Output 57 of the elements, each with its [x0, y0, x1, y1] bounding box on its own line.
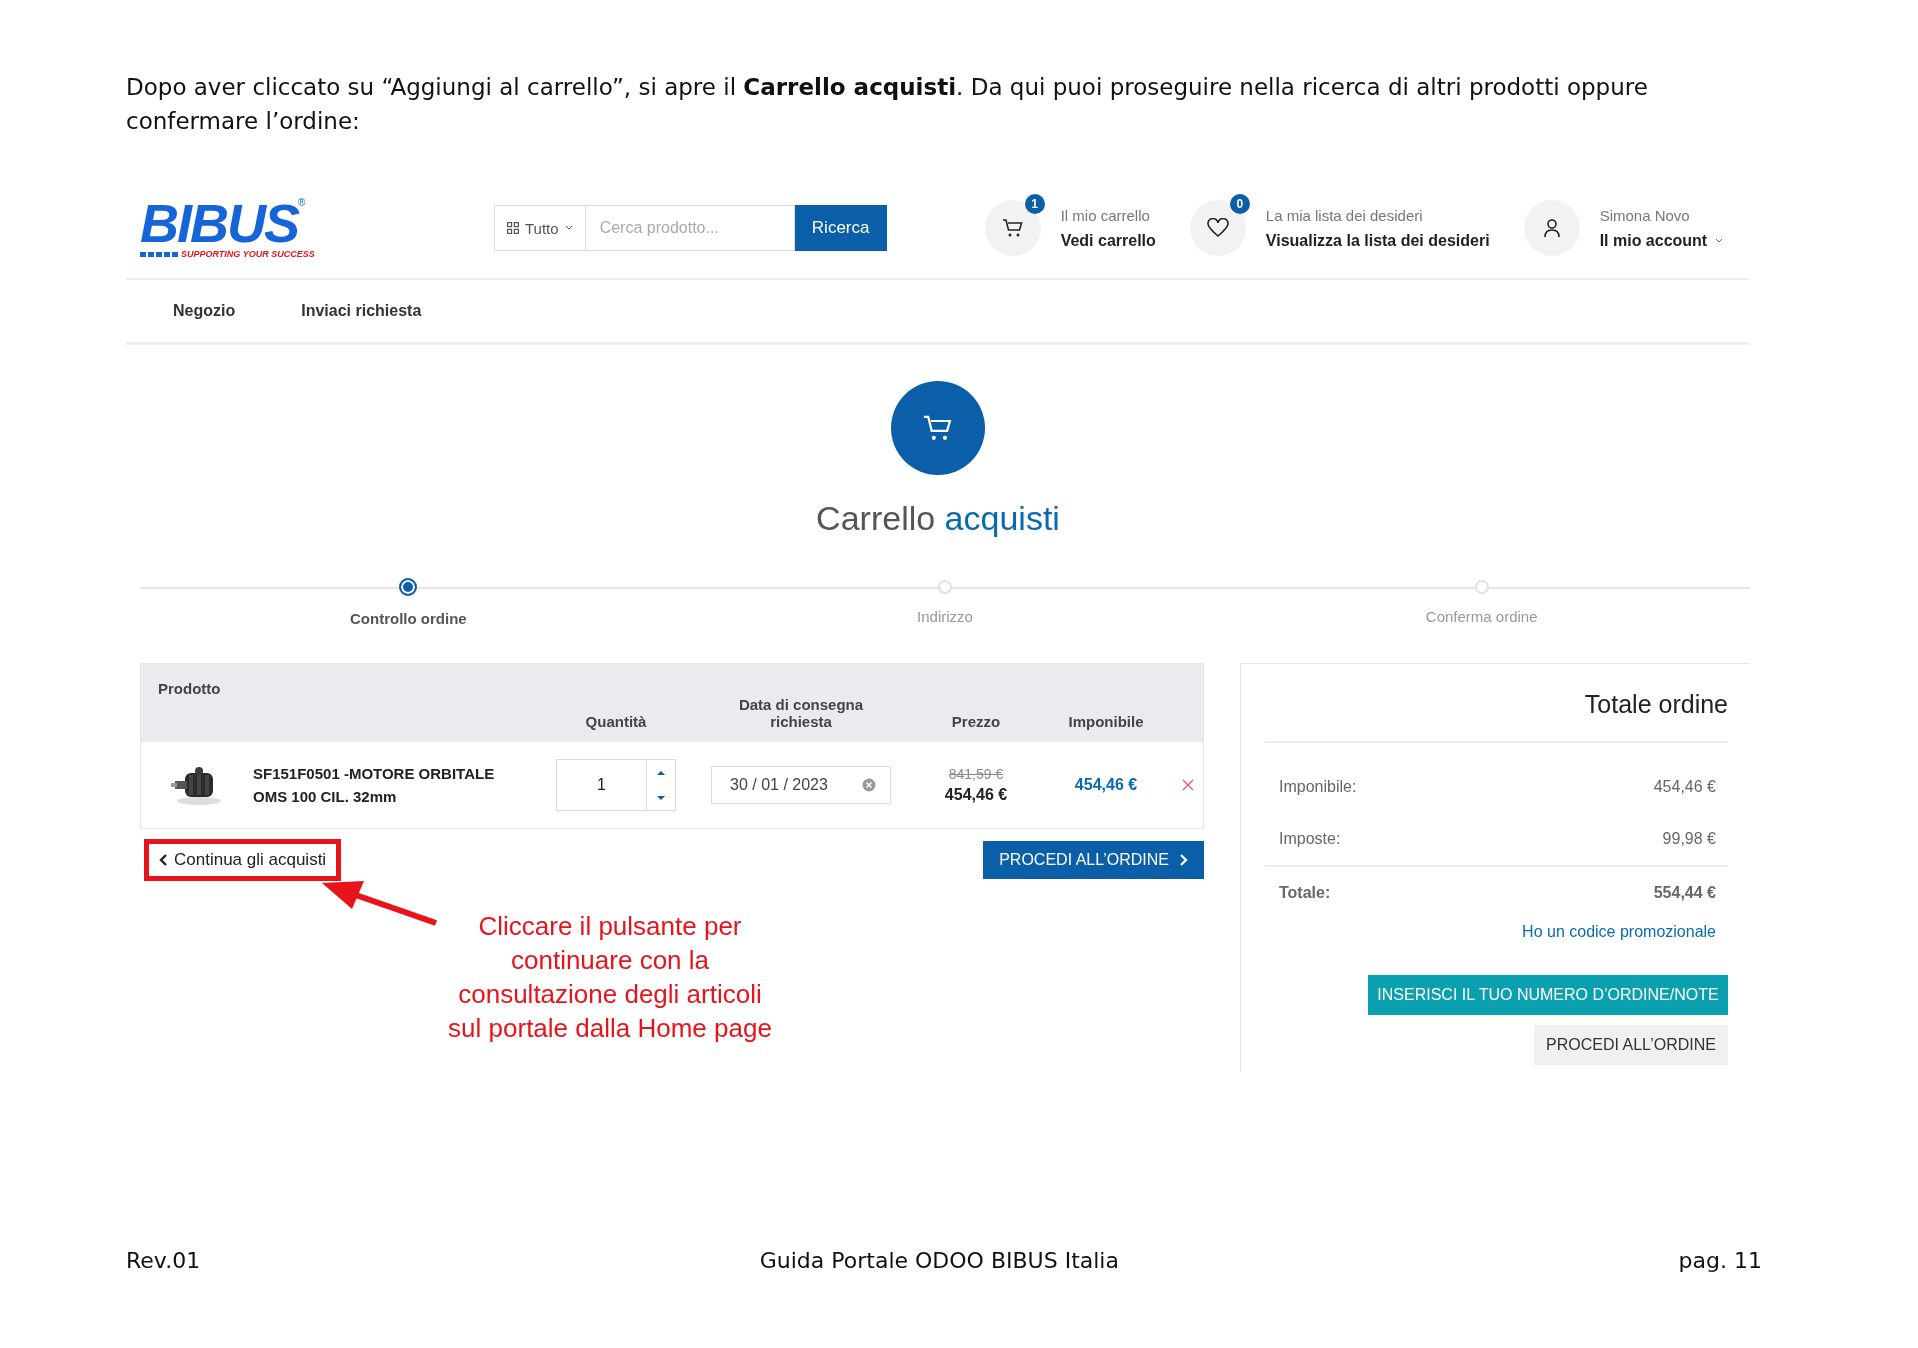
revision-label: Rev.01: [126, 1248, 201, 1273]
proceed-button[interactable]: PROCEDI ALL’ORDINE: [1534, 1025, 1728, 1065]
column-header: Prodotto: [157, 679, 221, 697]
heart-icon: [1206, 218, 1229, 238]
summary-value: 454,46 €: [1653, 778, 1716, 796]
count-badge: 1: [1024, 194, 1045, 214]
logo[interactable]: BIBUS$^{®}$ SUPPORTING YOUR SUCCESS: [140, 197, 340, 259]
widget-caption: Il mio carrello: [1060, 206, 1151, 224]
original-price: 841,59 €: [948, 766, 1004, 782]
nav-link[interactable]: Inviaci richiesta: [301, 302, 422, 320]
summary-value: 99,98 €: [1662, 830, 1716, 848]
summary-label: Totale:: [1279, 884, 1331, 902]
summary-title: Totale ordine: [1265, 664, 1728, 743]
product-name[interactable]: SF151F0501 -MOTORE ORBITALE OMS 100 CIL. 32mm: [253, 762, 523, 808]
widget-caption: Simona Novo: [1599, 206, 1691, 224]
promo-code-link[interactable]: Ho un codice promozionale: [1522, 923, 1716, 941]
step-label: Controllo ordine: [350, 610, 467, 627]
clear-icon[interactable]: [862, 778, 876, 792]
count-badge: 0: [1229, 194, 1250, 214]
grid-icon: [507, 222, 519, 234]
step-label: Conferma ordine: [1425, 608, 1538, 625]
step-label: Indirizzo: [917, 608, 973, 625]
widget-link[interactable]: Il mio account: [1599, 231, 1708, 250]
remove-icon[interactable]: [1182, 779, 1194, 791]
intro-paragraph: Dopo aver cliccato su “Aggiungi al carrello”, si apre il Carrello acquisti. Da qui puoi proseguire nella ricerca di altri prodotti oppure confermare l’ordine:: [126, 73, 1649, 136]
quantity-field[interactable]: 1: [556, 759, 676, 811]
column-header: Imponibile: [1068, 713, 1144, 730]
search-button[interactable]: Ricerca: [794, 205, 887, 251]
summary-label: Imposte:: [1279, 830, 1341, 848]
subtotal: 454,46 €: [1074, 776, 1138, 794]
proceed-button[interactable]: PROCEDI ALL’ORDINE: [983, 841, 1204, 879]
category-dropdown[interactable]: Tutto: [494, 205, 586, 251]
column-header: Data di consegna richiesta: [737, 696, 865, 730]
caret-icon: [564, 225, 573, 231]
discounted-price: 454,46 €: [944, 786, 1008, 804]
cart-icon: [1001, 218, 1024, 238]
page-title: Carrello acquisti: [816, 499, 1060, 538]
step-indicator[interactable]: [399, 578, 418, 596]
widget-caption: La mia lista dei desideri: [1265, 206, 1424, 224]
column-header: Quantità: [585, 713, 647, 730]
document-title: Guida Portale ODOO BIBUS Italia: [759, 1248, 1119, 1273]
caret-icon: [1715, 237, 1724, 244]
user-icon: [1542, 218, 1561, 238]
widget-link[interactable]: Vedi carrello: [1060, 231, 1156, 250]
search-field[interactable]: Cerca prodotto...: [585, 205, 795, 251]
summary-label: Imponibile:: [1279, 778, 1357, 796]
annotation-text: Cliccare il pulsante per continuare con la consultazione degli articoli sul portale dalla Home page: [447, 910, 773, 1045]
chevron-right-icon: [1179, 854, 1188, 866]
column-header: Prezzo: [951, 713, 1001, 730]
chevron-left-icon: [159, 854, 168, 866]
summary-value: 554,44 €: [1653, 884, 1716, 902]
increase-icon[interactable]: [655, 768, 667, 777]
nav-link[interactable]: Negozio: [173, 302, 236, 320]
page-number: pag. 11: [1678, 1248, 1762, 1273]
widget-link[interactable]: Visualizza la lista dei desideri: [1265, 231, 1490, 250]
date-field[interactable]: 30 / 01 / 2023: [711, 766, 891, 804]
decrease-icon[interactable]: [655, 793, 667, 802]
